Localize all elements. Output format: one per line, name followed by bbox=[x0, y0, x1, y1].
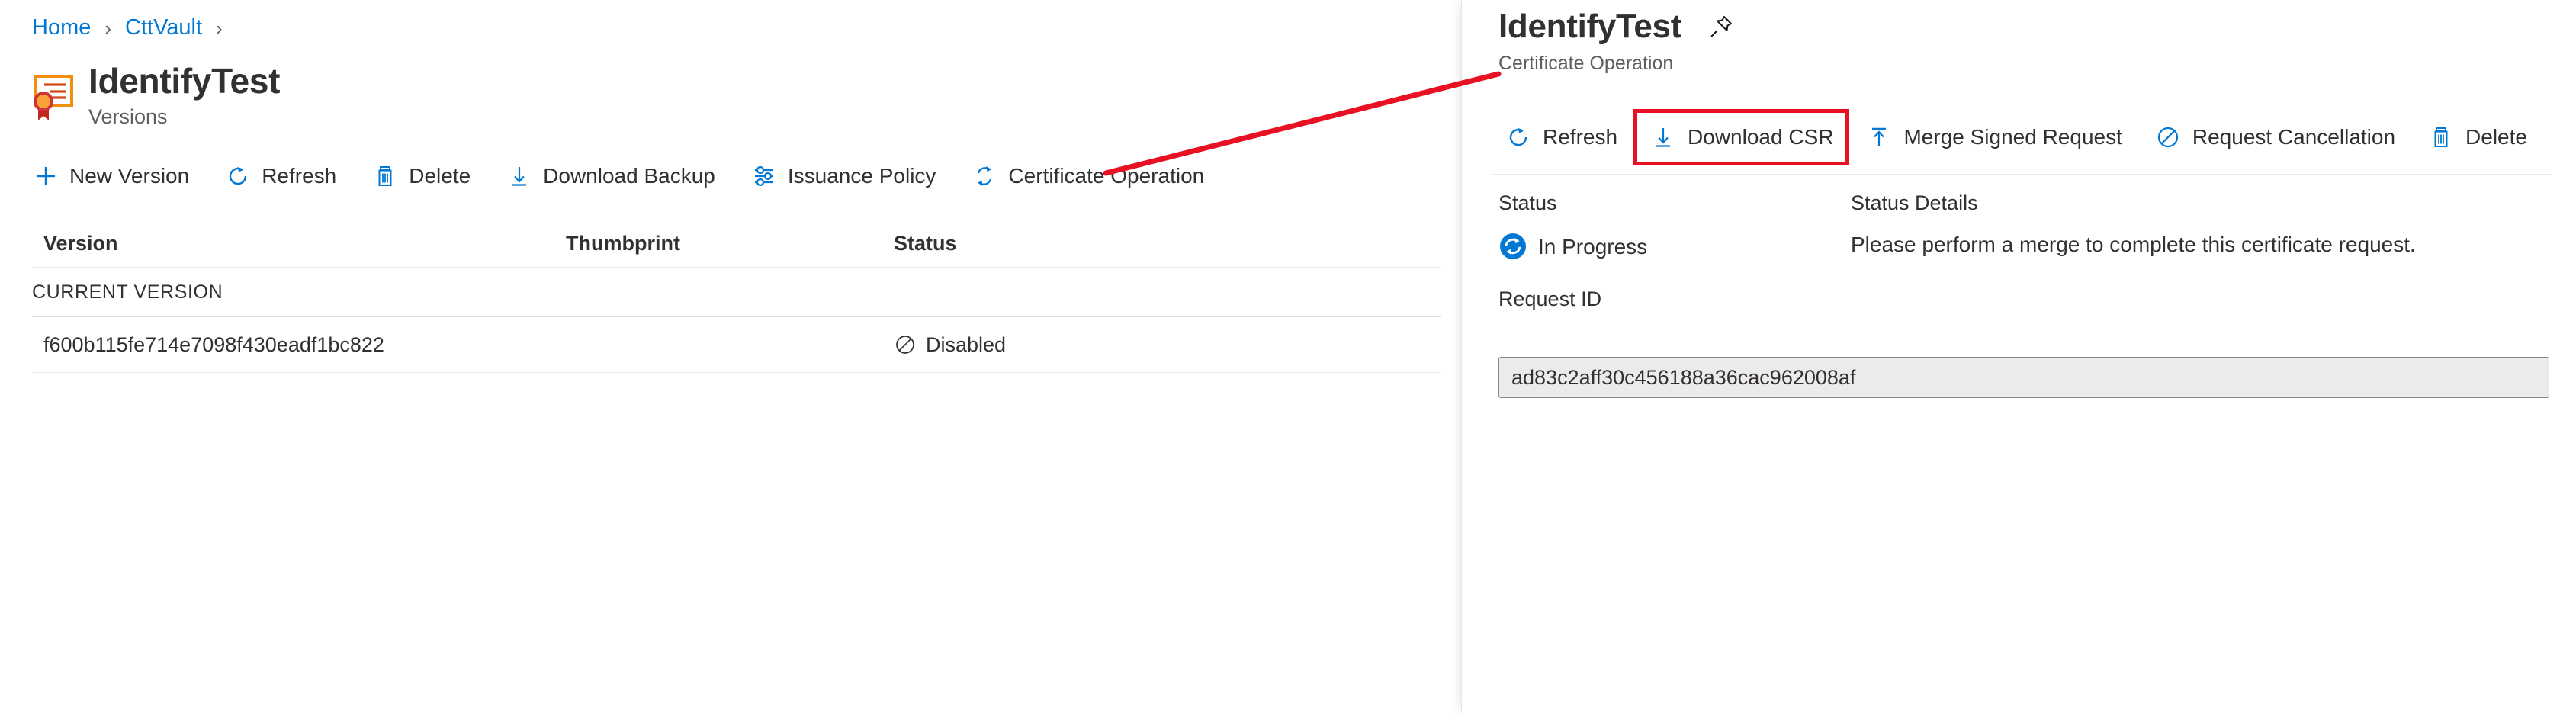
refresh-button[interactable]: Refresh bbox=[224, 156, 352, 197]
refresh-icon bbox=[1505, 124, 1532, 151]
command-bar: New Version Refresh Delete Download Back… bbox=[32, 156, 1239, 197]
table-row[interactable]: f600b115fe714e7098f430eadf1bc822 Disable… bbox=[32, 317, 1441, 372]
versions-table: Version Thumbprint Status CURRENT VERSIO… bbox=[32, 220, 1441, 373]
certificate-operation-label: Certificate Operation bbox=[1008, 164, 1205, 188]
download-csr-button[interactable]: Download CSR bbox=[1633, 109, 1850, 165]
status-badge: Disabled bbox=[926, 332, 1007, 356]
sync-icon bbox=[971, 162, 998, 190]
new-version-button[interactable]: New Version bbox=[32, 156, 204, 197]
azure-portal-page: Home › CttVault › IdentifyTest Versions … bbox=[0, 0, 2576, 713]
table-group-label: CURRENT VERSION bbox=[32, 281, 223, 303]
refresh-label: Refresh bbox=[262, 164, 337, 188]
breadcrumb-item-cttvault[interactable]: CttVault bbox=[125, 17, 202, 39]
status-details-value-row: Please perform a merge to complete this … bbox=[1851, 232, 2537, 258]
column-header-thumbprint[interactable]: Thumbprint bbox=[566, 232, 894, 255]
download-icon bbox=[1649, 124, 1677, 151]
panel-subtitle: Certificate Operation bbox=[1498, 53, 1674, 74]
request-cancellation-label: Request Cancellation bbox=[2192, 125, 2396, 149]
page-subtitle: Versions bbox=[88, 104, 168, 128]
panel-delete-button[interactable]: Delete bbox=[2415, 113, 2539, 162]
panel-refresh-button[interactable]: Refresh bbox=[1492, 113, 1630, 162]
download-csr-label: Download CSR bbox=[1688, 125, 1834, 149]
request-id-value: ad83c2aff30c456188a36cac962008af bbox=[1511, 365, 1856, 389]
breadcrumb: Home › CttVault › bbox=[32, 17, 236, 39]
table-header-row: Version Thumbprint Status bbox=[32, 220, 1441, 267]
sliders-icon bbox=[750, 162, 778, 190]
certificate-operation-button[interactable]: Certificate Operation bbox=[971, 156, 1219, 197]
issuance-policy-label: Issuance Policy bbox=[787, 164, 936, 188]
certificate-operation-panel: IdentifyTest Certificate Operation Refre… bbox=[1461, 0, 2576, 713]
column-header-status[interactable]: Status bbox=[894, 232, 1199, 255]
blocked-icon bbox=[894, 333, 917, 356]
panel-title: IdentifyTest bbox=[1498, 8, 1682, 45]
merge-signed-request-button[interactable]: Merge Signed Request bbox=[1853, 113, 2134, 162]
delete-label: Delete bbox=[409, 164, 471, 188]
status-details-value: Please perform a merge to complete this … bbox=[1851, 233, 2416, 257]
download-icon bbox=[506, 162, 533, 190]
certificate-icon bbox=[27, 70, 76, 124]
main-blade: Home › CttVault › IdentifyTest Versions … bbox=[0, 0, 1461, 713]
status-details-label: Status Details bbox=[1851, 191, 1978, 214]
panel-refresh-label: Refresh bbox=[1543, 125, 1618, 149]
breadcrumb-separator-2: › bbox=[216, 16, 223, 40]
cell-version[interactable]: f600b115fe714e7098f430eadf1bc822 bbox=[32, 333, 566, 357]
download-backup-label: Download Backup bbox=[543, 164, 715, 188]
merge-signed-request-label: Merge Signed Request bbox=[1903, 125, 2122, 149]
new-version-label: New Version bbox=[69, 164, 190, 188]
request-cancellation-button[interactable]: Request Cancellation bbox=[2142, 113, 2407, 162]
panel-title-row: IdentifyTest bbox=[1498, 8, 1738, 45]
panel-divider bbox=[1492, 174, 2552, 175]
issuance-policy-button[interactable]: Issuance Policy bbox=[750, 156, 952, 197]
pin-icon[interactable] bbox=[1704, 10, 1738, 43]
trash-icon bbox=[371, 162, 399, 190]
panel-command-bar: Refresh Download CSR Merge Signed Reques… bbox=[1492, 109, 2547, 165]
cell-status: Disabled bbox=[894, 333, 1199, 357]
plus-icon bbox=[32, 162, 59, 190]
status-label: Status bbox=[1498, 191, 1557, 214]
delete-button[interactable]: Delete bbox=[371, 156, 486, 197]
request-id-field[interactable]: ad83c2aff30c456188a36cac962008af bbox=[1498, 357, 2549, 398]
breadcrumb-separator-1: › bbox=[104, 16, 112, 40]
request-id-label: Request ID bbox=[1498, 287, 1602, 311]
panel-delete-label: Delete bbox=[2465, 125, 2527, 149]
upload-icon bbox=[1865, 124, 1893, 151]
blocked-icon bbox=[2154, 124, 2182, 151]
trash-icon bbox=[2427, 124, 2455, 151]
panel-column-status: Status In Progress Request ID bbox=[1498, 191, 1849, 312]
download-backup-button[interactable]: Download Backup bbox=[506, 156, 731, 197]
table-group-header-current-version[interactable]: CURRENT VERSION bbox=[32, 268, 1441, 316]
status-value: In Progress bbox=[1538, 234, 1648, 259]
status-value-row: In Progress bbox=[1498, 232, 1849, 261]
table-divider-bottom bbox=[32, 372, 1441, 373]
panel-column-status-details: Status Details Please perform a merge to… bbox=[1851, 191, 2537, 258]
page-title: IdentifyTest bbox=[88, 61, 281, 101]
breadcrumb-item-home[interactable]: Home bbox=[32, 17, 91, 39]
column-header-version[interactable]: Version bbox=[32, 232, 566, 255]
page-title-block: IdentifyTest Versions bbox=[27, 63, 280, 128]
refresh-icon bbox=[224, 162, 252, 190]
in-progress-icon bbox=[1498, 232, 1527, 261]
